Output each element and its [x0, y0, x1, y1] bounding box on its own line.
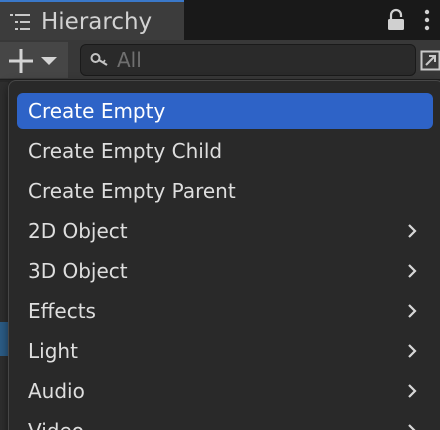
- menu-item-label: Audio: [28, 379, 85, 403]
- menu-item-light[interactable]: Light: [17, 333, 433, 369]
- more-vertical-icon[interactable]: [422, 8, 432, 32]
- expand-window-icon[interactable]: [420, 48, 440, 72]
- selected-row-edge: [0, 322, 8, 356]
- menu-item-label: Effects: [28, 299, 96, 323]
- menu-item-label: 3D Object: [28, 259, 128, 283]
- add-object-button[interactable]: [0, 42, 68, 78]
- lock-icon[interactable]: [386, 8, 406, 32]
- chevron-right-icon: [408, 264, 417, 278]
- search-input[interactable]: [117, 47, 407, 73]
- chevron-right-icon: [408, 424, 416, 430]
- hierarchy-list-icon: [10, 14, 30, 30]
- chevron-right-icon: [408, 344, 417, 358]
- hierarchy-window: Hierarchy All Create Empty Create Empty …: [0, 0, 440, 430]
- menu-item-create-empty-child[interactable]: Create Empty Child: [17, 133, 433, 169]
- menu-item-video[interactable]: Video: [17, 413, 433, 430]
- chevron-right-icon: [408, 384, 417, 398]
- hierarchy-list-area: [0, 82, 8, 430]
- tab-bar: Hierarchy: [0, 0, 440, 40]
- menu-item-audio[interactable]: Audio: [17, 373, 433, 409]
- menu-item-2d-object[interactable]: 2D Object: [17, 213, 433, 249]
- menu-item-label: 2D Object: [28, 219, 128, 243]
- create-menu: Create Empty Create Empty Child Create E…: [8, 80, 440, 430]
- menu-item-label: Create Empty Child: [28, 139, 223, 163]
- menu-item-label: Create Empty: [28, 99, 166, 123]
- chevron-right-icon: [408, 224, 417, 238]
- menu-item-label: Create Empty Parent: [28, 179, 236, 203]
- menu-item-create-empty[interactable]: Create Empty: [17, 93, 433, 129]
- tab-hierarchy[interactable]: Hierarchy: [0, 0, 184, 40]
- hierarchy-toolbar: [0, 40, 440, 80]
- dropdown-arrow-icon: [41, 57, 57, 65]
- menu-item-label: Light: [28, 339, 78, 363]
- search-icon: [90, 53, 108, 66]
- menu-item-label: Video: [28, 418, 84, 430]
- chevron-right-icon: [408, 304, 417, 318]
- plus-icon: [9, 49, 33, 73]
- menu-item-3d-object[interactable]: 3D Object: [17, 253, 433, 289]
- search-field[interactable]: [80, 44, 416, 76]
- menu-item-create-empty-parent[interactable]: Create Empty Parent: [17, 173, 433, 209]
- panel-title: Hierarchy: [41, 9, 153, 35]
- menu-item-effects[interactable]: Effects: [17, 293, 433, 329]
